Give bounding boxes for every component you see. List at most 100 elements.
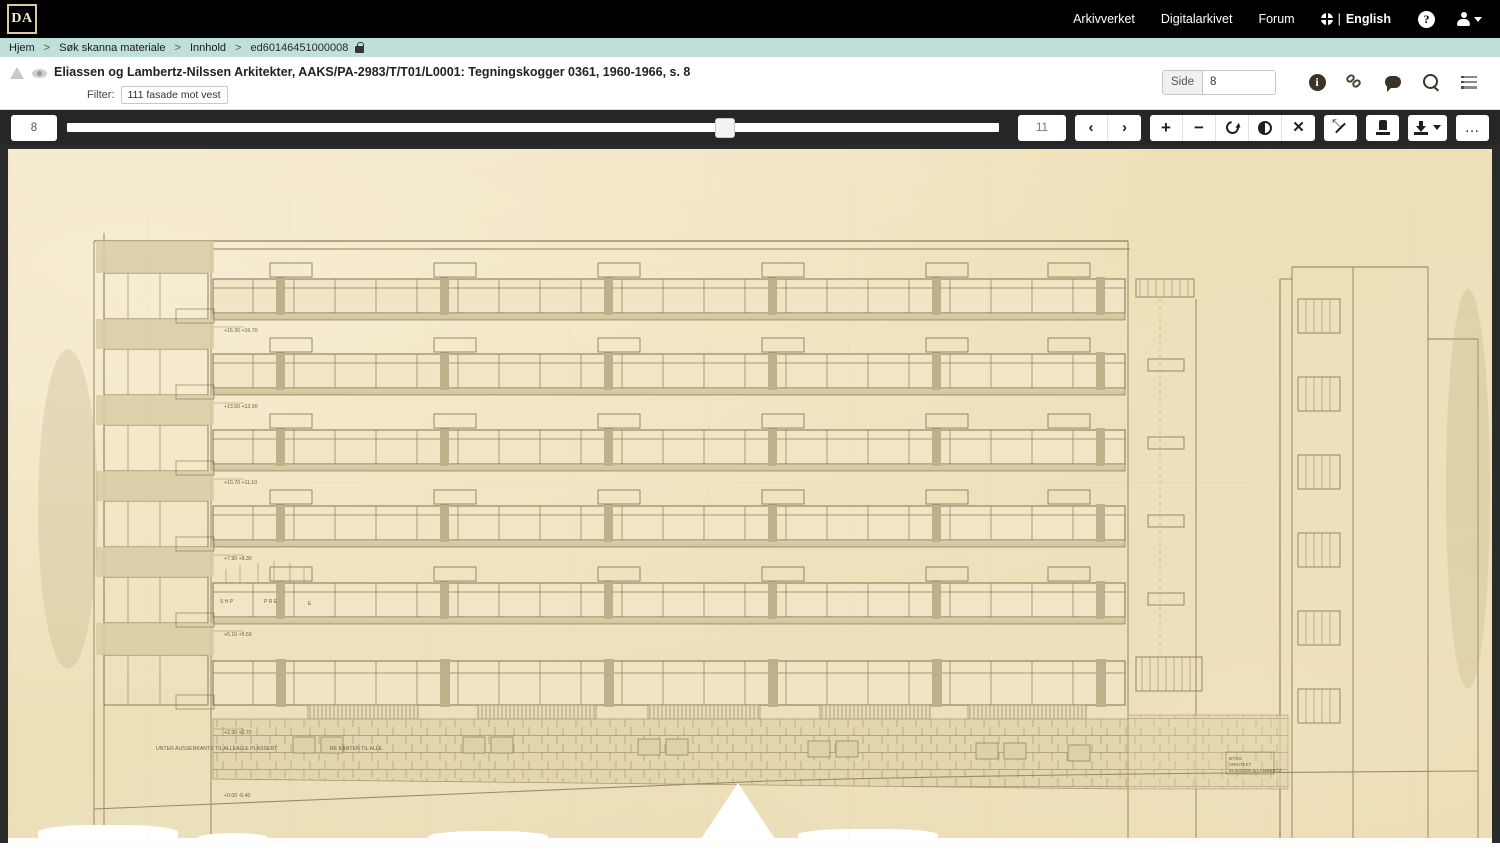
- breadcrumb-item-content[interactable]: Innhold: [190, 42, 226, 54]
- permalink-button[interactable]: [1336, 68, 1374, 96]
- svg-text:UNTER AUSSENKANTE TIL ALLE: UNTER AUSSENKANTE TIL ALLE: [156, 746, 237, 752]
- stamp-icon: [1375, 120, 1390, 135]
- breadcrumb-separator: >: [235, 41, 242, 54]
- rotate-button[interactable]: [1216, 114, 1249, 141]
- page-number-label: Side: [1162, 70, 1203, 94]
- nav-link-arkivverket[interactable]: Arkivverket: [1060, 12, 1148, 26]
- breadcrumb-item-identifier[interactable]: ed60146451000008: [250, 42, 348, 54]
- breadcrumb-separator: >: [174, 41, 181, 54]
- list-icon: [1461, 75, 1477, 89]
- breadcrumb: Hjem > Søk skanna materiale > Innhold > …: [0, 38, 1500, 57]
- search-button[interactable]: [1412, 68, 1450, 96]
- page-number-group: Side: [1161, 69, 1276, 95]
- top-navigation-bar: DA Arkivverket Digitalarkivet Forum | En…: [0, 0, 1500, 38]
- total-pages-readout: 11: [1036, 121, 1048, 134]
- breadcrumb-item-search[interactable]: Søk skanna materiale: [59, 42, 165, 54]
- close-icon: ✕: [1292, 119, 1305, 136]
- chevron-down-icon: [1433, 125, 1441, 130]
- toolbar-group-download: [1408, 114, 1447, 141]
- download-icon: [1414, 120, 1428, 135]
- viewer-toolbar: 8 11 ‹ › + − ✕ ⤡ …: [0, 110, 1500, 145]
- info-button[interactable]: i: [1298, 68, 1336, 96]
- language-separator: |: [1337, 12, 1341, 26]
- toolbar-group-view: + − ✕: [1150, 114, 1315, 141]
- scanned-drawing-image[interactable]: S H PP R E E +16.30 +16.70 +13.50 +13.90…: [8, 149, 1492, 843]
- page-slider[interactable]: [67, 115, 999, 141]
- page-slider-thumb[interactable]: [714, 117, 735, 138]
- download-button[interactable]: [1408, 115, 1447, 141]
- chevron-down-icon: [1474, 16, 1482, 22]
- toolbar-group-fullscreen: [1324, 114, 1357, 141]
- toolbar-group-more: …: [1456, 114, 1489, 141]
- help-icon[interactable]: ?: [1418, 10, 1435, 28]
- plus-icon: +: [1161, 118, 1171, 137]
- language-switcher[interactable]: | English: [1308, 12, 1404, 26]
- breadcrumb-item-home[interactable]: Hjem: [9, 42, 35, 54]
- fullscreen-button[interactable]: [1324, 115, 1357, 141]
- zoom-out-button[interactable]: −: [1183, 114, 1216, 141]
- expand-arrows-icon: [1332, 116, 1348, 135]
- svg-text:+5.10 +5.50: +5.10 +5.50: [224, 632, 252, 638]
- svg-text:+0.00 -0.40: +0.00 -0.40: [224, 793, 251, 799]
- svg-text:+16.30 +16.70: +16.30 +16.70: [224, 328, 258, 334]
- page-number-input[interactable]: [1203, 70, 1275, 94]
- document-header-text: Eliassen og Lambertz-Nilssen Arkitekter,…: [54, 65, 1162, 104]
- globe-icon: [1320, 13, 1333, 25]
- eye-icon[interactable]: [32, 68, 47, 78]
- rotate-icon: [1222, 118, 1242, 137]
- contrast-button[interactable]: [1249, 114, 1282, 141]
- filter-row: Filter: 111 fasade mot vest: [54, 86, 1162, 104]
- comment-icon: [1385, 76, 1401, 92]
- zoom-in-button[interactable]: +: [1150, 114, 1183, 141]
- list-view-button[interactable]: [1450, 68, 1488, 96]
- link-icon: [1344, 72, 1364, 90]
- digitalarkivet-logo[interactable]: DA: [7, 4, 37, 34]
- chevron-right-icon: ›: [1122, 119, 1127, 136]
- lock-icon: [355, 42, 365, 53]
- document-header: Eliassen og Lambertz-Nilssen Arkitekter,…: [0, 57, 1500, 110]
- filter-label: Filter:: [87, 89, 115, 101]
- svg-text:ALLE PLASSERT: ALLE PLASSERT: [236, 746, 278, 752]
- ellipsis-icon: …: [1464, 119, 1481, 136]
- svg-text:P R E: P R E: [264, 599, 278, 605]
- svg-text:ARKITEKT: ARKITEKT: [1229, 762, 1252, 767]
- search-icon: [1422, 73, 1440, 91]
- svg-text:BYGG: BYGG: [1229, 756, 1243, 761]
- toolbar-group-pagecount: 11: [1018, 114, 1066, 141]
- document-status-icons: [10, 65, 47, 79]
- toolbar-group-navigation: ‹ ›: [1075, 114, 1141, 141]
- paper-tear: [8, 838, 1492, 843]
- prev-page-button[interactable]: ‹: [1075, 114, 1108, 141]
- elevation-drawing-vector: S H PP R E E +16.30 +16.70 +13.50 +13.90…: [38, 233, 1490, 843]
- svg-text:ELIASSEN & LAMBERTZ: ELIASSEN & LAMBERTZ: [1229, 768, 1282, 773]
- minus-icon: −: [1194, 118, 1204, 137]
- warning-icon: [10, 67, 24, 79]
- document-header-actions: Side i: [1161, 65, 1488, 96]
- svg-text:+13.50 +13.90: +13.50 +13.90: [224, 404, 258, 410]
- stamp-button[interactable]: [1366, 115, 1399, 141]
- language-label: English: [1345, 12, 1391, 26]
- filter-value-chip[interactable]: 111 fasade mot vest: [120, 86, 228, 104]
- page-slider-track[interactable]: [67, 123, 999, 132]
- top-nav-right-group: Arkivverket Digitalarkivet Forum | Engli…: [1060, 10, 1500, 28]
- info-icon: i: [1308, 73, 1326, 91]
- user-account-menu[interactable]: [1449, 12, 1490, 26]
- toolbar-group-stamp: [1366, 114, 1399, 141]
- breadcrumb-separator: >: [43, 41, 51, 54]
- current-page-indicator: 8: [11, 114, 57, 141]
- nav-link-digitalarkivet[interactable]: Digitalarkivet: [1148, 12, 1246, 26]
- chevron-left-icon: ‹: [1088, 119, 1094, 136]
- svg-text:+7.90 +8.30: +7.90 +8.30: [224, 556, 252, 562]
- svg-text:S H P: S H P: [220, 599, 234, 605]
- comment-button[interactable]: [1374, 68, 1412, 96]
- svg-text:+10.70 +11.10: +10.70 +11.10: [224, 480, 257, 486]
- svg-text:RE KANTEN TIL ALLE: RE KANTEN TIL ALLE: [330, 746, 383, 752]
- svg-text:+2.30 +2.70: +2.30 +2.70: [224, 730, 252, 736]
- reset-button[interactable]: ✕: [1282, 115, 1315, 141]
- user-icon: [1457, 12, 1470, 26]
- contrast-icon: [1258, 120, 1272, 135]
- nav-link-forum[interactable]: Forum: [1245, 12, 1307, 26]
- document-viewer-canvas[interactable]: S H PP R E E +16.30 +16.70 +13.50 +13.90…: [0, 145, 1500, 843]
- next-page-button[interactable]: ›: [1108, 115, 1141, 141]
- more-options-button[interactable]: …: [1456, 115, 1489, 141]
